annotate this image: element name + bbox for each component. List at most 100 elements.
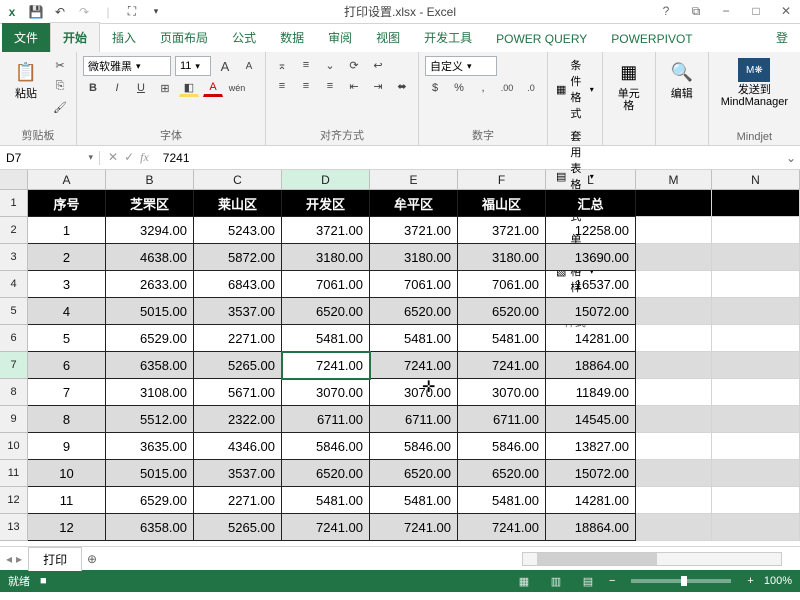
ribbon-options-icon[interactable]: ⧉: [686, 4, 706, 19]
cell[interactable]: 7061.00: [458, 271, 546, 298]
fill-color-button[interactable]: ◧: [179, 79, 199, 97]
cell[interactable]: 6843.00: [194, 271, 282, 298]
table-header-cell[interactable]: 序号: [28, 190, 106, 217]
cell[interactable]: 11849.00: [546, 379, 636, 406]
cell-empty[interactable]: [712, 433, 800, 460]
table-header-cell[interactable]: 牟平区: [370, 190, 458, 217]
cell[interactable]: 7241.00: [282, 514, 370, 541]
name-box[interactable]: D7▾: [0, 151, 100, 165]
cell[interactable]: 2: [28, 244, 106, 271]
cell[interactable]: 2322.00: [194, 406, 282, 433]
sheet-nav-first-icon[interactable]: ◂: [6, 552, 12, 566]
tab-data[interactable]: 数据: [268, 23, 316, 52]
zoom-slider[interactable]: [631, 579, 731, 583]
zoom-out-button[interactable]: −: [609, 575, 615, 587]
cell[interactable]: 5481.00: [370, 487, 458, 514]
cell[interactable]: 5481.00: [282, 325, 370, 352]
normal-view-icon[interactable]: ▦: [513, 575, 535, 588]
cell[interactable]: 15072.00: [546, 460, 636, 487]
cell[interactable]: 6520.00: [370, 298, 458, 325]
cell[interactable]: 5015.00: [106, 460, 194, 487]
cell-empty[interactable]: [712, 271, 800, 298]
horizontal-scrollbar[interactable]: [522, 552, 782, 566]
cell[interactable]: 4346.00: [194, 433, 282, 460]
tab-layout[interactable]: 页面布局: [148, 23, 220, 52]
cell[interactable]: 3180.00: [370, 244, 458, 271]
table-header-cell[interactable]: 开发区: [282, 190, 370, 217]
cell[interactable]: 5846.00: [458, 433, 546, 460]
row-header[interactable]: 8: [0, 379, 28, 406]
indent-increase-icon[interactable]: ⇥: [368, 77, 388, 95]
row-header[interactable]: 4: [0, 271, 28, 298]
row-header[interactable]: 3: [0, 244, 28, 271]
minimize-icon[interactable]: −: [716, 4, 736, 19]
row-header[interactable]: 2: [0, 217, 28, 244]
cell[interactable]: 15072.00: [546, 298, 636, 325]
tab-powerpivot[interactable]: POWERPIVOT: [599, 26, 704, 52]
cell[interactable]: 3070.00: [458, 379, 546, 406]
spreadsheet-grid[interactable]: ✛ 1序号芝罘区莱山区开发区牟平区福山区汇总213294.005243.0037…: [0, 190, 800, 546]
cell[interactable]: 6520.00: [458, 298, 546, 325]
expand-formula-bar-icon[interactable]: ⌄: [782, 151, 800, 165]
cell-empty[interactable]: [636, 487, 712, 514]
cell[interactable]: 3721.00: [282, 217, 370, 244]
table-header-cell[interactable]: 芝罘区: [106, 190, 194, 217]
cell[interactable]: 5481.00: [282, 487, 370, 514]
cell[interactable]: 7061.00: [370, 271, 458, 298]
cell-empty[interactable]: [712, 406, 800, 433]
cell[interactable]: 3108.00: [106, 379, 194, 406]
cell[interactable]: 11: [28, 487, 106, 514]
row-header[interactable]: 7: [0, 352, 28, 379]
cell[interactable]: 5: [28, 325, 106, 352]
cell[interactable]: 5846.00: [370, 433, 458, 460]
paste-button[interactable]: 📋 粘贴: [6, 56, 46, 102]
align-bottom-icon[interactable]: ⌄: [320, 56, 340, 74]
table-header-cell[interactable]: 汇总: [546, 190, 636, 217]
cell-empty[interactable]: [712, 244, 800, 271]
comma-icon[interactable]: ,: [473, 79, 493, 97]
cell[interactable]: 3721.00: [370, 217, 458, 244]
tab-formulas[interactable]: 公式: [220, 23, 268, 52]
row-header[interactable]: 1: [0, 190, 28, 217]
col-header-L[interactable]: L: [546, 170, 636, 189]
fx-icon[interactable]: fx: [140, 150, 149, 165]
cell-empty[interactable]: [636, 271, 712, 298]
cell[interactable]: 5265.00: [194, 514, 282, 541]
save-icon[interactable]: 💾: [28, 4, 44, 20]
cell[interactable]: 12: [28, 514, 106, 541]
enter-formula-icon[interactable]: ✓: [124, 150, 134, 165]
cell-empty[interactable]: [712, 325, 800, 352]
cell[interactable]: 7241.00: [370, 352, 458, 379]
cell[interactable]: 6520.00: [282, 460, 370, 487]
account-button[interactable]: 登: [766, 23, 798, 52]
bold-button[interactable]: B: [83, 79, 103, 97]
row-header[interactable]: 10: [0, 433, 28, 460]
cell-empty[interactable]: [636, 217, 712, 244]
page-layout-view-icon[interactable]: ▥: [545, 575, 567, 588]
merge-center-icon[interactable]: ⬌: [392, 77, 412, 95]
underline-button[interactable]: U: [131, 79, 151, 97]
cell[interactable]: 4: [28, 298, 106, 325]
cell-empty[interactable]: [636, 379, 712, 406]
font-color-button[interactable]: A: [203, 79, 223, 97]
cell-empty[interactable]: [712, 487, 800, 514]
cell-empty[interactable]: [712, 379, 800, 406]
row-header[interactable]: 6: [0, 325, 28, 352]
cancel-formula-icon[interactable]: ✕: [108, 150, 118, 165]
cell-empty[interactable]: [712, 190, 800, 217]
cell[interactable]: 5872.00: [194, 244, 282, 271]
cell[interactable]: 13827.00: [546, 433, 636, 460]
cell[interactable]: 6529.00: [106, 325, 194, 352]
row-header[interactable]: 12: [0, 487, 28, 514]
cell[interactable]: 2271.00: [194, 487, 282, 514]
col-header-E[interactable]: E: [370, 170, 458, 189]
increase-decimal-icon[interactable]: .00: [497, 79, 517, 97]
cell[interactable]: 14545.00: [546, 406, 636, 433]
qat-dropdown-icon[interactable]: ▾: [148, 4, 164, 20]
table-header-cell[interactable]: 莱山区: [194, 190, 282, 217]
cell[interactable]: 7241.00: [370, 514, 458, 541]
cell[interactable]: 3180.00: [458, 244, 546, 271]
tab-review[interactable]: 审阅: [316, 23, 364, 52]
cell[interactable]: 6711.00: [458, 406, 546, 433]
cell[interactable]: 6711.00: [370, 406, 458, 433]
